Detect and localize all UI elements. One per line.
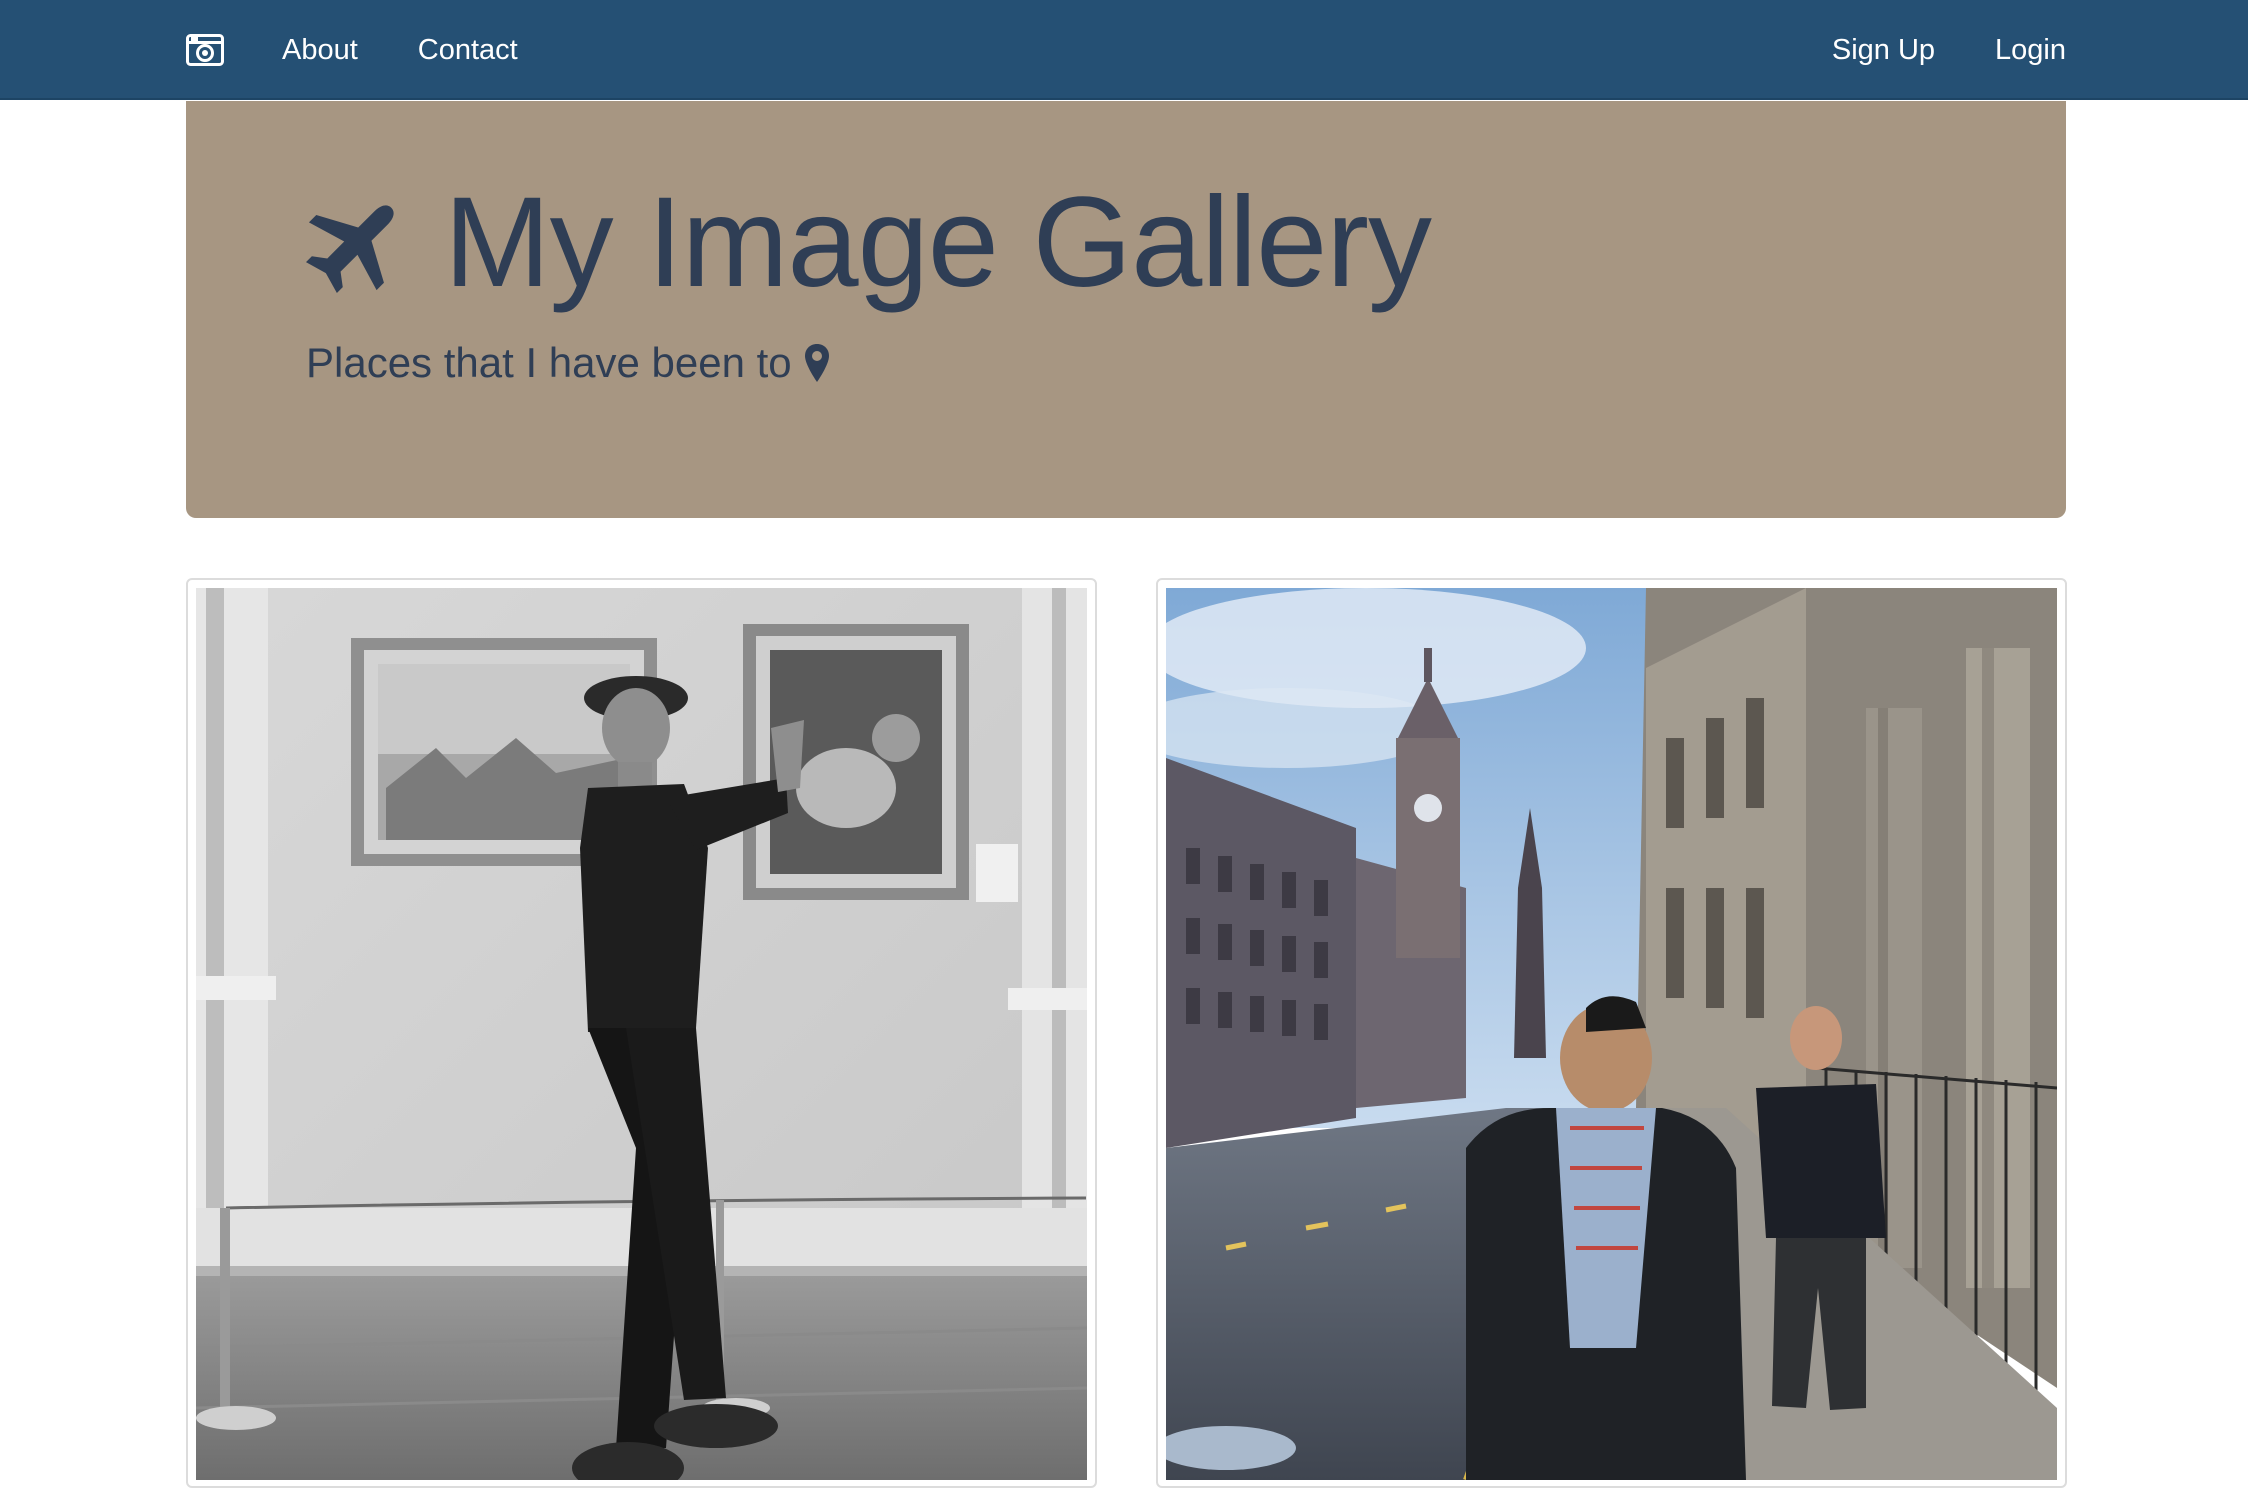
jumbotron: My Image Gallery Places that I have been…	[186, 101, 2066, 518]
gallery-photo-museum	[196, 588, 1087, 1480]
gallery-photo-street	[1166, 588, 2057, 1480]
nav-link-contact[interactable]: Contact	[418, 34, 518, 67]
page-title: My Image Gallery	[444, 171, 1432, 314]
map-marker-icon	[804, 343, 830, 383]
page-subtitle: Places that I have been to	[306, 339, 792, 386]
page-subtitle-row: Places that I have been to	[306, 339, 830, 387]
navbar-right: Sign Up Login	[1832, 34, 2066, 67]
camera-icon[interactable]	[186, 34, 224, 66]
navbar: About Contact Sign Up Login	[0, 0, 2248, 100]
plane-icon	[304, 191, 408, 295]
gallery-thumbnail-museum[interactable]	[186, 578, 1097, 1488]
page-title-row: My Image Gallery	[304, 171, 1432, 314]
navbar-inner: About Contact Sign Up Login	[186, 0, 2066, 100]
sign-up-link[interactable]: Sign Up	[1832, 34, 1935, 67]
navbar-left: About Contact	[186, 34, 518, 67]
gallery-thumbnail-street[interactable]	[1156, 578, 2067, 1488]
login-link[interactable]: Login	[1995, 34, 2066, 67]
nav-link-about[interactable]: About	[282, 34, 358, 67]
